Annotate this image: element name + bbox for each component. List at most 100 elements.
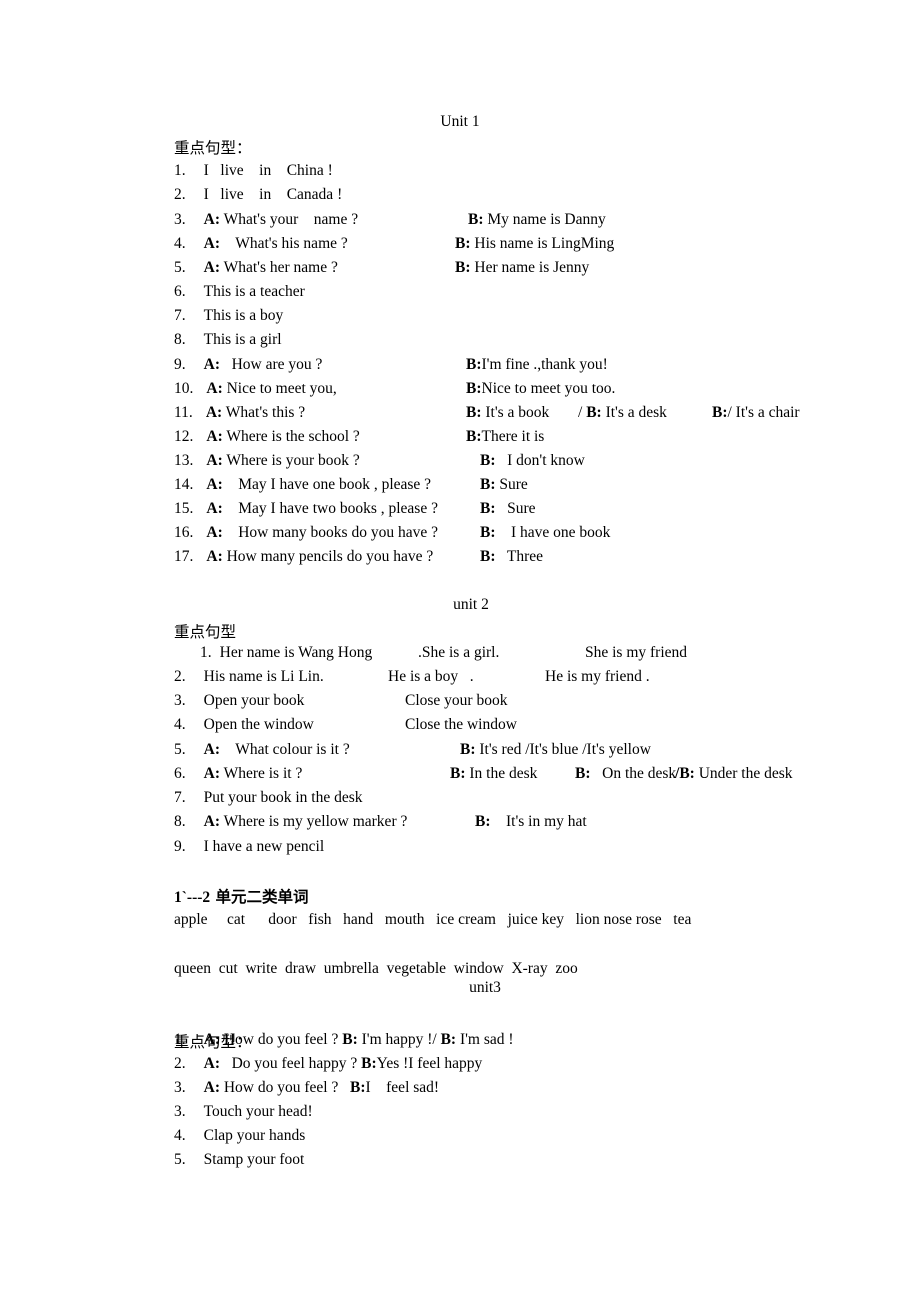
response-text: Sure [495,476,528,493]
speaker-a-label: A: [206,500,223,517]
list-item: 2. His name is Li Lin. [174,669,324,685]
response-b: B: It's a book [466,405,549,421]
item-number: 6. [174,765,186,782]
speaker-b-label: B: [455,259,471,276]
item-number: 1. [174,1031,186,1048]
list-item: 9. I have a new pencil [174,839,324,855]
item-text: What colour is it ? [219,741,350,758]
speaker-a-label: A: [203,741,220,758]
list-item: 7. This is a boy [174,308,283,324]
item-text: May I have two books , please ? [222,500,438,517]
item-text: What's this ? [222,404,306,421]
speaker-b-label: B: [480,524,496,541]
item-number: 15. [174,500,194,517]
item-number: 5. [174,741,186,758]
item-text: How many pencils do you have ? [222,548,434,565]
speaker-a-label: A: [205,404,223,421]
speaker-a-label: A: [203,1031,220,1048]
item-text: What's her name ? [219,259,338,276]
speaker-b-label: B: [575,765,591,782]
item-text-2: He is a boy . [388,668,474,685]
item-text: How many books do you have ? [222,524,438,541]
response-text: My name is Danny [483,211,606,228]
list-item: 13. A: Where is your book ? [174,453,360,469]
speaker-a-label: A: [206,524,223,541]
slash-separator: / [578,404,587,421]
response-text: I feel sad! [365,1079,440,1096]
list-item: 3. A: How do you feel ? B:I feel sad! [174,1080,439,1096]
item-text: How are you ? [219,356,323,373]
item-number: 4. [174,235,186,252]
item-number: 13. [174,452,194,469]
response-b: B: I don't know [480,453,585,469]
response-b: B: It's in my hat [475,814,587,830]
response-text: I'm fine .,thank you! [481,356,608,373]
item-number: 1. [174,162,186,179]
item-text: Clap your hands [203,1127,306,1144]
response-text: Under the desk [694,765,793,782]
response-b: B: Sure [480,501,536,517]
item-text: This is a boy [203,307,284,324]
response-b: B:Nice to meet you too. [466,381,615,397]
item-text: Open your book [203,692,305,709]
list-item: 12. A: Where is the school ? [174,429,360,445]
response-b: B: My name is Danny [468,212,606,228]
list-item: 1. A: How do you feel ? B: I'm happy !/ B… [174,1032,514,1048]
vocabulary-row-2: queen cut write draw umbrella vegetable … [174,960,578,977]
list-item: 4. Clap your hands [174,1128,305,1144]
item-text: May I have one book , please ? [222,476,432,493]
response-b-alt: / B: It's a desk [578,405,667,421]
list-item: 1. I live in China ! [174,163,333,179]
list-item: 5. A: What colour is it ? [174,742,350,758]
list-item: 4. Open the window [174,717,314,733]
item-text: Put your book in the desk [203,789,363,806]
item-text: This is a girl [203,331,282,348]
response-b: B: His name is LingMing [455,236,614,252]
item-number: 3. [174,211,186,228]
response-text: It's a desk [601,404,667,421]
response-b: B: Sure [480,477,528,493]
speaker-b-label: B: [679,765,695,782]
list-item: 2. A: Do you feel happy ? B:Yes !I feel h… [174,1056,482,1072]
response-text: Yes !I feel happy [376,1055,483,1072]
response-text: Nice to meet you too. [481,380,616,397]
response-text: / It's a chair [727,404,800,421]
item-number: 2. [174,186,186,203]
speaker-a-label: A: [203,813,220,830]
response-text: His name is LingMing [470,235,615,252]
item-text: Where is your book ? [222,452,360,469]
list-item: 7. Put your book in the desk [174,790,363,806]
speaker-b-label: B: [480,548,496,565]
speaker-a-label: A: [206,476,223,493]
vocabulary-heading-cn: 单元二类单词 [210,888,309,906]
response-text: Her name is Jenny [470,259,590,276]
response-text: It's a book [481,404,550,421]
unit2-subheading: 重点句型 [174,623,237,641]
speaker-b-label: B: [468,211,484,228]
speaker-a-label: A: [206,428,223,445]
speaker-b-label: B: [342,1031,358,1048]
speaker-b-label: B: [466,404,482,421]
item-text-2: Close your book [405,692,508,709]
item-number: 7. [174,307,186,324]
response-b: B: Her name is Jenny [455,260,589,276]
response-b: B: It's red /It's blue /It's yellow [460,742,651,758]
response-b-alt2: /B: Under the desk [675,766,793,782]
response-text: I'm happy !/ [357,1031,441,1048]
response-text: It's red /It's blue /It's yellow [475,741,651,758]
list-item: 15. A: May I have two books , please ? [174,501,438,517]
speaker-b-label: B: [475,813,491,830]
speaker-b-label: B: [466,380,482,397]
item-number: 9. [174,356,186,373]
speaker-a-label: A: [206,380,223,397]
response-b-alt2: B:/ It's a chair [712,405,800,421]
item-text: I have a new pencil [203,838,325,855]
item-number: 11. [174,404,193,421]
item-text: Where is it ? [219,765,303,782]
item-number: 5. [174,259,186,276]
item-text: Do you feel happy ? [219,1055,362,1072]
item-number: 2. [174,1055,186,1072]
unit1-title: Unit 1 [440,113,480,130]
item-text-2: .She is a girl. [418,644,500,661]
response-b: B:There it is [466,429,544,445]
